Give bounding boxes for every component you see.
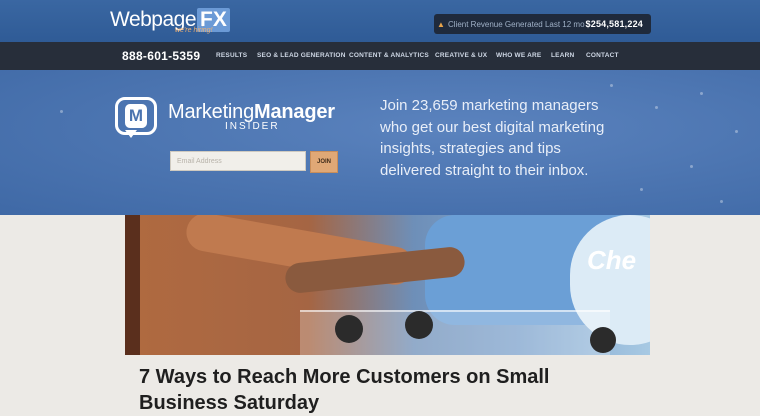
decor-dot (610, 84, 613, 87)
brand-marketing: Marketing (168, 101, 255, 123)
revenue-ticker: ▲ Client Revenue Generated Last 12 mo $2… (434, 14, 651, 34)
photo-jar (590, 327, 616, 353)
article-image[interactable]: Che (125, 215, 650, 355)
decor-dot (655, 106, 658, 109)
nav-item-content[interactable]: CONTENT & ANALYTICS (349, 52, 429, 59)
email-input[interactable]: Email Address (170, 151, 306, 171)
nav-item-creative[interactable]: CREATIVE & UX (435, 52, 487, 59)
hiring-link[interactable]: we're hiring! (175, 27, 213, 34)
phone-number[interactable]: 888-601-5359 (122, 49, 200, 63)
nav-item-learn[interactable]: LEARN (551, 52, 574, 59)
pitch-line: Join 23,659 marketing managers (380, 97, 599, 114)
logo-letter: M (125, 104, 147, 128)
nav-item-contact[interactable]: CONTACT (586, 52, 619, 59)
photo-sign-text: Che (587, 245, 637, 275)
brand-subtitle: INSIDER (225, 121, 280, 132)
decor-dot (735, 130, 738, 133)
decor-dot (690, 165, 693, 168)
photo-shadow (125, 215, 140, 355)
revenue-label: Client Revenue Generated Last 12 mo (448, 19, 585, 29)
nav-item-results[interactable]: RESULTS (216, 52, 247, 59)
nav-item-seo[interactable]: SEO & LEAD GENERATION (257, 52, 346, 59)
join-button[interactable]: JOIN (310, 151, 338, 173)
article-headline[interactable]: 7 Ways to Reach More Customers on Small … (139, 364, 579, 416)
nav-item-who-we-are[interactable]: WHO WE ARE (496, 52, 541, 59)
newsletter-pitch: Join 23,659 marketing managers who get o… (380, 95, 640, 181)
headline-line: Business Saturday (139, 392, 320, 414)
photo-jar (335, 315, 363, 343)
site-header: Webpage FX we're hiring! ▲ Client Revenu… (0, 0, 760, 42)
speech-tail-icon (125, 130, 137, 138)
revenue-value: $254,581,224 (585, 19, 643, 29)
pin-icon: ▲ (437, 19, 445, 29)
pitch-line: insights, strategies and tips (380, 140, 561, 157)
pitch-line: who get our best digital marketing (380, 118, 605, 136)
main-nav: 888-601-5359 RESULTS SEO & LEAD GENERATI… (0, 42, 760, 70)
pitch-line: delivered straight to their inbox. (380, 161, 589, 179)
decor-dot (720, 200, 723, 203)
decor-dot (60, 110, 63, 113)
decor-dot (640, 188, 643, 191)
photo-jar (405, 311, 433, 339)
brand-manager: Manager (254, 101, 335, 123)
decor-dot (700, 92, 703, 95)
newsletter-hero: M MarketingManager INSIDER Email Address… (0, 70, 760, 215)
headline-line: 7 Ways to Reach More Customers on Small (139, 366, 550, 388)
